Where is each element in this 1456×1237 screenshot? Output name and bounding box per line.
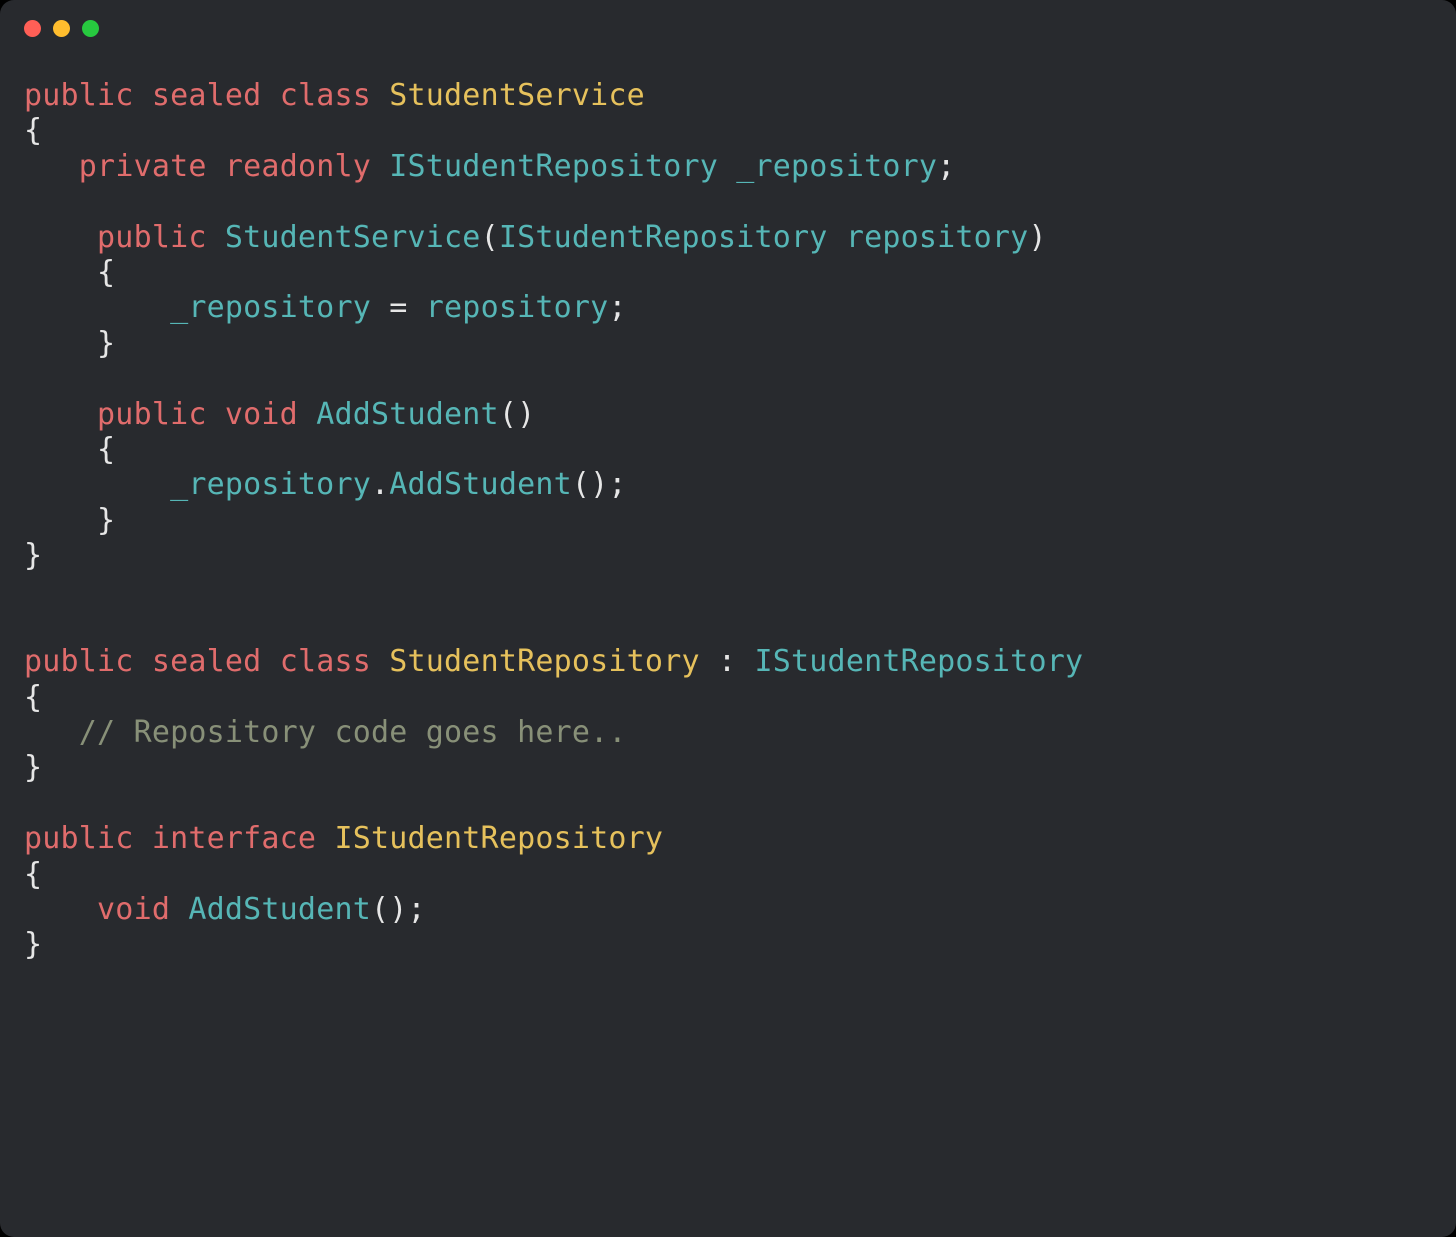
code-token — [207, 149, 225, 184]
code-editor-content: public sealed class StudentService { pri… — [0, 56, 1456, 987]
code-token — [134, 78, 152, 113]
close-icon[interactable] — [24, 20, 41, 37]
code-token: IStudentRepository — [389, 149, 718, 184]
code-token — [316, 821, 334, 856]
code-token — [134, 821, 152, 856]
code-token: public — [97, 220, 207, 255]
code-token: _repository — [170, 290, 371, 325]
code-token: : — [700, 644, 755, 679]
code-token: { — [24, 680, 42, 715]
code-token — [134, 644, 152, 679]
code-token — [24, 397, 97, 432]
code-token — [24, 149, 79, 184]
code-token: // Repository code goes here.. — [79, 715, 627, 750]
window-titlebar — [0, 0, 1456, 56]
code-token: readonly — [225, 149, 371, 184]
code-token — [170, 892, 188, 927]
code-token: interface — [152, 821, 316, 856]
code-token: public — [97, 397, 207, 432]
code-token: { — [24, 857, 42, 892]
code-token: sealed — [152, 644, 262, 679]
code-token — [24, 326, 97, 361]
code-token: IStudentRepository — [755, 644, 1084, 679]
code-token — [24, 715, 79, 750]
code-token: } — [24, 538, 42, 573]
code-token: () — [499, 397, 536, 432]
code-token: } — [97, 326, 115, 361]
code-token: } — [97, 503, 115, 538]
code-token — [371, 149, 389, 184]
code-token: repository — [426, 290, 609, 325]
code-token: ) — [1028, 220, 1046, 255]
code-token — [24, 503, 97, 538]
code-token: StudentService — [389, 78, 645, 113]
code-token: { — [24, 113, 42, 148]
code-token: private — [79, 149, 207, 184]
code-token: = — [371, 290, 426, 325]
code-token: void — [225, 397, 298, 432]
code-token — [371, 644, 389, 679]
code-token: _repository — [170, 467, 371, 502]
code-token — [207, 220, 225, 255]
code-token: void — [97, 892, 170, 927]
code-token: sealed — [152, 78, 262, 113]
code-token: (); — [371, 892, 426, 927]
editor-window: public sealed class StudentService { pri… — [0, 0, 1456, 1237]
code-token: class — [280, 644, 371, 679]
code-token: AddStudent — [389, 467, 572, 502]
maximize-icon[interactable] — [82, 20, 99, 37]
code-token — [207, 397, 225, 432]
code-token: _repository — [736, 149, 937, 184]
code-token — [298, 397, 316, 432]
code-token — [24, 255, 97, 290]
code-token: } — [24, 927, 42, 962]
code-token: ( — [481, 220, 499, 255]
code-token — [24, 892, 97, 927]
code-token: public — [24, 644, 134, 679]
code-token: repository — [846, 220, 1029, 255]
code-token: ; — [937, 149, 955, 184]
code-token: AddStudent — [316, 397, 499, 432]
code-token: { — [97, 255, 115, 290]
minimize-icon[interactable] — [53, 20, 70, 37]
code-token — [261, 78, 279, 113]
code-token: IStudentRepository — [334, 821, 663, 856]
code-token: public — [24, 821, 134, 856]
code-token: StudentService — [225, 220, 481, 255]
code-token: AddStudent — [188, 892, 371, 927]
code-token — [24, 432, 97, 467]
code-token — [261, 644, 279, 679]
code-token: . — [371, 467, 389, 502]
code-token — [828, 220, 846, 255]
code-token — [371, 78, 389, 113]
code-token — [24, 467, 170, 502]
code-token: class — [280, 78, 371, 113]
code-token: StudentRepository — [389, 644, 699, 679]
code-token: } — [24, 750, 42, 785]
code-token — [24, 290, 170, 325]
code-token — [718, 149, 736, 184]
code-token: IStudentRepository — [499, 220, 828, 255]
code-token: ; — [608, 290, 626, 325]
code-token: public — [24, 78, 134, 113]
code-token: (); — [572, 467, 627, 502]
code-token — [24, 220, 97, 255]
code-token: { — [97, 432, 115, 467]
